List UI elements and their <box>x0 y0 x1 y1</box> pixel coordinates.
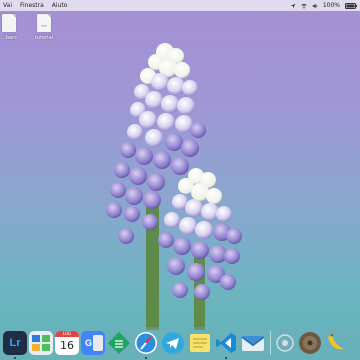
running-indicator <box>225 357 227 359</box>
safari-icon[interactable] <box>134 331 158 355</box>
sheets-icon[interactable] <box>107 331 131 355</box>
dock-divider <box>270 331 271 355</box>
svg-text:G: G <box>85 338 92 348</box>
mail-app-icon[interactable] <box>29 331 53 355</box>
telegram-icon[interactable] <box>161 331 185 355</box>
wallpaper-grape-hyacinth <box>106 43 242 330</box>
google-translate-icon[interactable]: G <box>81 331 105 355</box>
banana-icon[interactable] <box>324 331 348 355</box>
calendar-day: 16 <box>60 339 74 352</box>
system-preferences-icon[interactable] <box>273 331 297 355</box>
mail-icon[interactable] <box>241 331 265 355</box>
notes-icon[interactable] <box>188 331 212 355</box>
lightroom-icon[interactable]: Lr <box>3 331 27 355</box>
disk-icon[interactable] <box>298 331 322 355</box>
running-indicator <box>145 357 147 359</box>
calendar-icon[interactable]: LUG 16 <box>55 331 79 355</box>
vscode-icon[interactable] <box>214 331 238 355</box>
running-indicator <box>14 357 16 359</box>
dock: Lr LUG 16 G <box>0 327 360 360</box>
lightroom-label: Lr <box>9 337 21 349</box>
